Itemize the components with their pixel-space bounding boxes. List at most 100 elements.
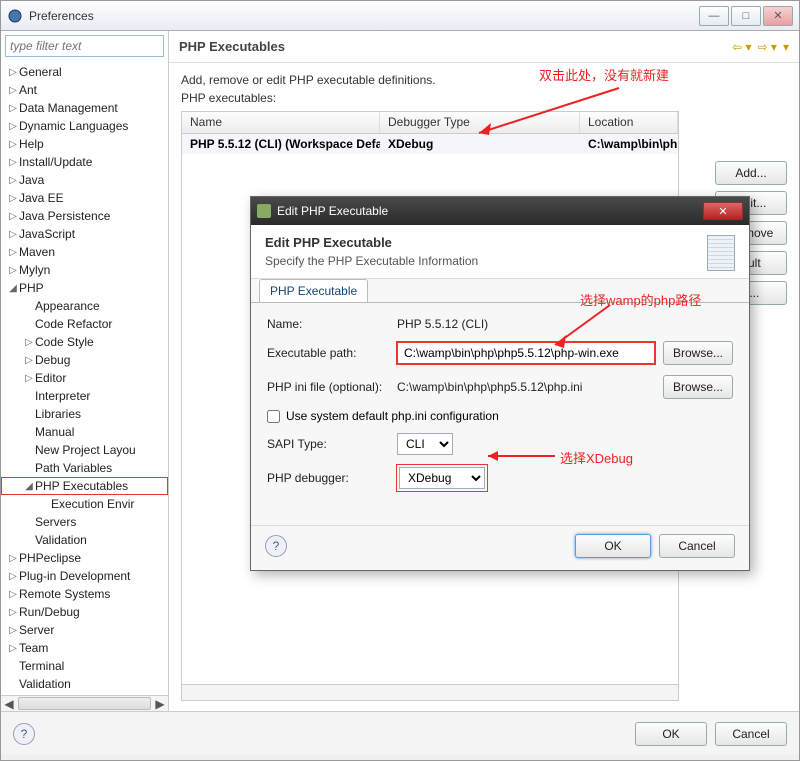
maximize-button[interactable]: □ <box>731 6 761 26</box>
help-icon[interactable]: ? <box>13 723 35 745</box>
window-title: Preferences <box>29 9 697 23</box>
tree-label: Plug-in Development <box>19 569 130 583</box>
tree-item-validation[interactable]: Validation <box>1 675 168 693</box>
twisty-icon[interactable]: ▷ <box>7 121 19 132</box>
tree-item-execution-envir[interactable]: Execution Envir <box>1 495 168 513</box>
dialog-close-button[interactable]: ✕ <box>703 202 743 220</box>
preferences-tree[interactable]: ▷General▷Ant▷Data Management▷Dynamic Lan… <box>1 61 168 695</box>
nav-menu-icon[interactable]: ▾ <box>783 40 789 54</box>
dialog-title: Edit PHP Executable <box>277 204 703 218</box>
twisty-icon[interactable]: ▷ <box>7 157 19 168</box>
tree-label: Data Management <box>19 101 118 115</box>
tree-item-ant[interactable]: ▷Ant <box>1 81 168 99</box>
twisty-icon[interactable]: ▷ <box>7 571 19 582</box>
tree-label: Appearance <box>35 299 100 313</box>
twisty-icon[interactable]: ▷ <box>7 229 19 240</box>
tree-item-plug-in-development[interactable]: ▷Plug-in Development <box>1 567 168 585</box>
tree-item-dynamic-languages[interactable]: ▷Dynamic Languages <box>1 117 168 135</box>
use-default-ini-checkbox[interactable] <box>267 410 280 423</box>
twisty-icon[interactable]: ▷ <box>7 247 19 258</box>
tree-item-appearance[interactable]: Appearance <box>1 297 168 315</box>
twisty-icon[interactable]: ▷ <box>7 607 19 618</box>
dialog-header: Edit PHP Executable Specify the PHP Exec… <box>251 225 749 279</box>
tree-item-maven[interactable]: ▷Maven <box>1 243 168 261</box>
col-location[interactable]: Location <box>580 112 678 133</box>
tree-item-remote-systems[interactable]: ▷Remote Systems <box>1 585 168 603</box>
tree-item-javascript[interactable]: ▷JavaScript <box>1 225 168 243</box>
tree-item-team[interactable]: ▷Team <box>1 639 168 657</box>
twisty-icon[interactable]: ▷ <box>7 643 19 654</box>
tree-item-general[interactable]: ▷General <box>1 63 168 81</box>
twisty-icon[interactable]: ▷ <box>7 211 19 222</box>
twisty-icon[interactable]: ▷ <box>7 265 19 276</box>
tab-php-executable[interactable]: PHP Executable <box>259 279 368 302</box>
col-name[interactable]: Name <box>182 112 380 133</box>
tree-scrollbar[interactable]: ◀▶ <box>1 695 168 711</box>
tree-item-install-update[interactable]: ▷Install/Update <box>1 153 168 171</box>
tree-item-path-variables[interactable]: Path Variables <box>1 459 168 477</box>
tree-item-data-management[interactable]: ▷Data Management <box>1 99 168 117</box>
tree-item-java-persistence[interactable]: ▷Java Persistence <box>1 207 168 225</box>
twisty-icon[interactable]: ▷ <box>7 67 19 78</box>
twisty-icon[interactable]: ▷ <box>7 103 19 114</box>
sapi-select[interactable]: CLI <box>397 433 453 455</box>
tree-item-code-style[interactable]: ▷Code Style <box>1 333 168 351</box>
tree-item-java[interactable]: ▷Java <box>1 171 168 189</box>
tree-item-terminal[interactable]: Terminal <box>1 657 168 675</box>
twisty-icon[interactable]: ▷ <box>7 85 19 96</box>
tree-item-new-project-layou[interactable]: New Project Layou <box>1 441 168 459</box>
tree-item-manual[interactable]: Manual <box>1 423 168 441</box>
tree-item-php-executables[interactable]: ◢PHP Executables <box>1 477 168 495</box>
table-row[interactable]: PHP 5.5.12 (CLI) (Workspace Defa... XDeb… <box>182 134 678 154</box>
tree-item-run-debug[interactable]: ▷Run/Debug <box>1 603 168 621</box>
tree-item-editor[interactable]: ▷Editor <box>1 369 168 387</box>
twisty-icon[interactable]: ▷ <box>23 373 35 384</box>
dialog-ok-button[interactable]: OK <box>575 534 651 558</box>
tree-item-help[interactable]: ▷Help <box>1 135 168 153</box>
nav-fwd-icon[interactable]: ⇨ ▾ <box>758 40 777 54</box>
dialog-cancel-button[interactable]: Cancel <box>659 534 735 558</box>
tree-item-validation[interactable]: Validation <box>1 531 168 549</box>
close-button[interactable]: ✕ <box>763 6 793 26</box>
twisty-icon[interactable]: ▷ <box>7 175 19 186</box>
tree-label: Interpreter <box>35 389 90 403</box>
tree-item-server[interactable]: ▷Server <box>1 621 168 639</box>
tree-item-servers[interactable]: Servers <box>1 513 168 531</box>
twisty-icon[interactable]: ▷ <box>7 625 19 636</box>
col-debugger[interactable]: Debugger Type <box>380 112 580 133</box>
cancel-button[interactable]: Cancel <box>715 722 787 746</box>
tree-label: Java <box>19 173 44 187</box>
twisty-icon[interactable]: ▷ <box>7 193 19 204</box>
twisty-icon[interactable]: ◢ <box>23 481 35 492</box>
twisty-icon[interactable]: ▷ <box>23 355 35 366</box>
twisty-icon[interactable]: ◢ <box>7 283 19 294</box>
dialog-titlebar[interactable]: Edit PHP Executable ✕ <box>251 197 749 225</box>
app-icon <box>7 8 23 24</box>
add-button[interactable]: Add... <box>715 161 787 185</box>
twisty-icon[interactable]: ▷ <box>7 553 19 564</box>
filter-input[interactable] <box>5 35 164 57</box>
tree-item-debug[interactable]: ▷Debug <box>1 351 168 369</box>
minimize-button[interactable]: — <box>699 6 729 26</box>
tree-label: Remote Systems <box>19 587 110 601</box>
twisty-icon[interactable]: ▷ <box>23 337 35 348</box>
dialog-help-icon[interactable]: ? <box>265 535 287 557</box>
tree-item-interpreter[interactable]: Interpreter <box>1 387 168 405</box>
titlebar[interactable]: Preferences — □ ✕ <box>1 1 799 31</box>
ok-button[interactable]: OK <box>635 722 707 746</box>
tree-item-libraries[interactable]: Libraries <box>1 405 168 423</box>
twisty-icon[interactable]: ▷ <box>7 139 19 150</box>
debugger-select[interactable]: XDebug <box>399 467 485 489</box>
tree-item-php[interactable]: ◢PHP <box>1 279 168 297</box>
tree-item-phpeclipse[interactable]: ▷PHPeclipse <box>1 549 168 567</box>
nav-back-icon[interactable]: ⇦ ▾ <box>732 40 751 54</box>
browse-ini-button[interactable]: Browse... <box>663 375 733 399</box>
tree-item-java-ee[interactable]: ▷Java EE <box>1 189 168 207</box>
browse-exec-button[interactable]: Browse... <box>663 341 733 365</box>
twisty-icon[interactable]: ▷ <box>7 589 19 600</box>
tree-item-code-refactor[interactable]: Code Refactor <box>1 315 168 333</box>
exec-path-input[interactable] <box>397 342 655 364</box>
tree-item-mylyn[interactable]: ▷Mylyn <box>1 261 168 279</box>
dialog-subheading: Specify the PHP Executable Information <box>265 254 735 268</box>
table-scrollbar[interactable] <box>182 684 678 700</box>
